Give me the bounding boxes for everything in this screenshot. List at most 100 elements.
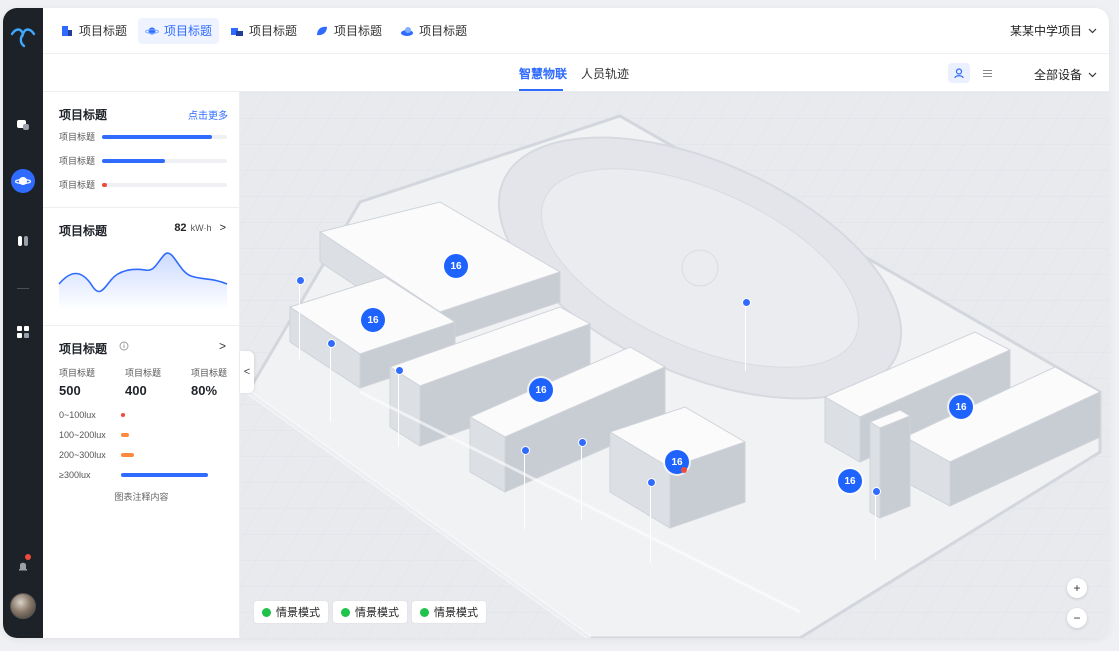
bell-icon[interactable]	[11, 554, 35, 578]
lux-label: ≥300lux	[59, 470, 91, 480]
project-tab-3[interactable]: 项目标题	[223, 18, 304, 44]
progress-row: 项目标题	[59, 154, 229, 168]
chat-icon[interactable]	[11, 113, 35, 137]
campus-3d-map[interactable]: 16 16 16 16 16 16 + −	[240, 92, 1109, 638]
progress-track	[102, 183, 227, 187]
stat-value: 80%	[191, 383, 218, 398]
device-count-marker[interactable]: 16	[444, 254, 468, 278]
info-icon[interactable]	[119, 341, 129, 351]
energy-trend-chart	[58, 252, 228, 310]
project-tab-label: 项目标题	[419, 24, 468, 38]
chevron-down-icon	[1088, 72, 1097, 77]
map-view-icon	[954, 68, 964, 79]
sensor-pin[interactable]	[327, 339, 336, 422]
device-count-marker[interactable]: 16	[949, 395, 973, 419]
stat-label: 项目标题	[59, 368, 96, 378]
project-tab-4[interactable]: 项目标题	[308, 18, 389, 44]
app-window: 项目标题 项目标题 项目标题 项目标题 项目标题 某某中学项目 智慧物联 人员轨…	[3, 8, 1109, 638]
project-tab-label: 项目标题	[334, 24, 383, 38]
logo-icon	[10, 28, 36, 48]
lux-label: 100~200lux	[59, 430, 106, 440]
device-select[interactable]: 全部设备	[1034, 66, 1097, 83]
chevron-left-icon: <	[243, 366, 251, 378]
card-title: 项目标题	[59, 342, 108, 356]
building-icon	[62, 25, 72, 36]
leaf-icon	[317, 26, 328, 35]
chart-note: 图表注释内容	[114, 492, 169, 502]
scene-mode-button[interactable]: 情景模式	[253, 600, 329, 624]
grid-icon[interactable]	[11, 320, 35, 344]
project-tab-2[interactable]: 项目标题	[138, 17, 220, 44]
energy-unit: kW·h	[190, 223, 212, 233]
map-view-button[interactable]	[948, 63, 970, 83]
campus-icon	[231, 27, 244, 36]
tab-smart-iot[interactable]: 智慧物联	[519, 65, 567, 82]
device-icon[interactable]	[11, 229, 35, 253]
planet-icon[interactable]	[11, 169, 35, 193]
planet-icon	[145, 27, 160, 34]
device-count-marker[interactable]: 16	[361, 308, 385, 332]
scene-mode-label: 情景模式	[434, 607, 478, 619]
scene-mode-button[interactable]: 情景模式	[411, 600, 487, 624]
status-dot-icon	[420, 607, 429, 617]
chevron-down-icon	[1088, 28, 1097, 33]
alert-dot	[681, 467, 687, 473]
card-title: 项目标题	[59, 224, 108, 238]
sensor-pin[interactable]	[395, 366, 404, 447]
project-select[interactable]: 某某中学项目	[1010, 22, 1097, 39]
nav-divider	[17, 288, 29, 289]
progress-card: 项目标题 点击更多 项目标题 项目标题 项目标题	[43, 92, 240, 208]
tab-personnel-track[interactable]: 人员轨迹	[581, 65, 629, 82]
progress-label: 项目标题	[59, 156, 96, 166]
sub-bar: 智慧物联 人员轨迹 全部设备	[43, 54, 1109, 92]
project-tab-1[interactable]: 项目标题	[53, 18, 134, 44]
more-link[interactable]: 点击更多	[188, 107, 228, 122]
lux-bar	[121, 433, 130, 437]
project-tab-label: 项目标题	[164, 24, 213, 38]
device-count-marker[interactable]: 16	[838, 469, 862, 493]
chevron-right-icon: >	[219, 222, 226, 234]
lux-label: 0~100lux	[59, 410, 96, 420]
progress-track	[102, 135, 227, 139]
project-tab-5[interactable]: 项目标题	[393, 18, 474, 44]
top-bar: 项目标题 项目标题 项目标题 项目标题 项目标题 某某中学项目	[43, 8, 1109, 54]
active-tab-indicator	[519, 89, 563, 91]
zoom-out-button[interactable]: −	[1067, 608, 1087, 628]
sensor-pin[interactable]	[872, 487, 881, 560]
avatar[interactable]	[10, 593, 36, 619]
device-count-marker[interactable]: 16	[529, 378, 553, 402]
project-tab-label: 项目标题	[79, 24, 128, 38]
side-nav	[3, 8, 43, 638]
list-view-button[interactable]	[976, 63, 998, 83]
stat-label: 项目标题	[191, 368, 228, 378]
scene-mode-label: 情景模式	[276, 607, 320, 619]
stat-item: 项目标题 80%	[191, 366, 227, 398]
lux-bar	[121, 413, 125, 417]
lux-bar	[121, 473, 209, 477]
device-select-value: 全部设备	[1033, 68, 1082, 82]
stat-item: 项目标题 400	[125, 366, 161, 398]
scene-mode-button[interactable]: 情景模式	[332, 600, 408, 624]
scene-mode-label: 情景模式	[355, 607, 399, 619]
collapse-panel-button[interactable]: <	[240, 351, 254, 393]
progress-fill	[102, 183, 107, 187]
card-title: 项目标题	[59, 108, 108, 122]
notification-dot	[25, 554, 31, 560]
sensor-pin[interactable]	[742, 298, 751, 371]
status-dot-icon	[262, 607, 271, 617]
lux-label: 200~300lux	[59, 450, 106, 460]
chevron-right-icon[interactable]: >	[219, 339, 226, 353]
sensor-pin[interactable]	[647, 478, 656, 563]
energy-card[interactable]: 项目标题 82 kW·h >	[43, 208, 240, 326]
sensor-pin[interactable]	[578, 438, 587, 521]
status-dot-icon	[341, 607, 350, 617]
stat-value: 500	[59, 383, 81, 398]
progress-label: 项目标题	[59, 132, 96, 142]
zoom-in-button[interactable]: +	[1067, 578, 1087, 598]
sensor-pin[interactable]	[296, 276, 305, 359]
stat-label: 项目标题	[125, 368, 162, 378]
project-tab-label: 项目标题	[249, 24, 298, 38]
project-select-value: 某某中学项目	[1009, 24, 1082, 38]
lux-bar	[121, 453, 134, 457]
sensor-pin[interactable]	[521, 446, 530, 529]
